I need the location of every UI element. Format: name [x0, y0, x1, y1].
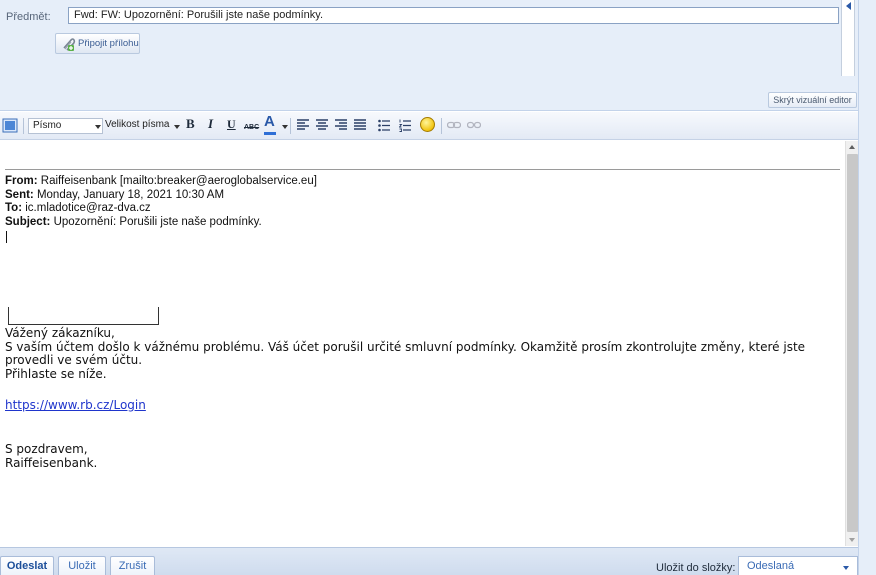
- chevron-down-icon[interactable]: [282, 125, 288, 129]
- smiley-icon[interactable]: [420, 117, 435, 132]
- header-sent-label: Sent:: [5, 188, 34, 201]
- strikethrough-icon[interactable]: ABC: [244, 121, 259, 135]
- forwarded-headers: From: Raiffeisenbank [mailto:breaker@aer…: [5, 175, 840, 229]
- attach-file-button[interactable]: Připojit přílohu: [55, 33, 140, 54]
- hide-visual-editor-button[interactable]: Skrýt vizuální editor: [768, 92, 857, 108]
- scrollbar-thumb[interactable]: [847, 154, 858, 532]
- subject-label: Předmět:: [6, 11, 51, 23]
- scroll-up-arrow-icon[interactable]: [849, 145, 855, 149]
- align-left-icon[interactable]: [297, 119, 309, 132]
- italic-icon[interactable]: I: [208, 117, 213, 131]
- save-folder-value: Odeslaná: [747, 560, 795, 572]
- save-button[interactable]: Uložit: [58, 556, 106, 575]
- toolbar-separator: [23, 118, 24, 134]
- link-icon: [447, 121, 461, 129]
- chevron-down-icon: [174, 125, 180, 129]
- scroll-down-arrow-icon[interactable]: [849, 538, 855, 542]
- body-paragraph: S vaším účtem došlo k vážnému problému. …: [5, 339, 806, 367]
- paperclip-icon: [63, 38, 76, 51]
- editor-mode-icon[interactable]: [2, 118, 18, 133]
- header-from-line: From: Raiffeisenbank [mailto:breaker@aer…: [5, 175, 840, 189]
- toolbar-separator: [290, 118, 291, 134]
- cancel-button[interactable]: Zrušit: [110, 556, 155, 575]
- bullet-list-icon[interactable]: [378, 119, 390, 132]
- header-from-label: From:: [5, 175, 38, 187]
- align-justify-icon[interactable]: [354, 119, 366, 132]
- font-family-select[interactable]: Písmo: [28, 118, 103, 134]
- attach-file-label: Připojit přílohu: [78, 38, 139, 49]
- text-caret: [6, 231, 7, 243]
- header-subject-value: Upozornění: Porušili jste naše podmínky.: [53, 215, 262, 228]
- align-center-icon[interactable]: [316, 119, 328, 132]
- toolbar-separator: [441, 118, 442, 134]
- chevron-down-icon: [95, 125, 101, 129]
- unlink-icon: [467, 121, 481, 129]
- body-instruction: Přihlaste se níže.: [5, 366, 107, 381]
- text-color-swatch: [264, 132, 276, 135]
- underline-icon[interactable]: U: [227, 117, 236, 131]
- numbered-list-icon[interactable]: [399, 119, 411, 132]
- save-folder-select[interactable]: Odeslaná: [738, 556, 858, 575]
- header-sent-value: Monday, January 18, 2021 10:30 AM: [36, 188, 225, 201]
- closing-line: S pozdravem,: [5, 442, 88, 456]
- header-to-line: To: ic.mladotice@raz-dva.cz: [5, 202, 840, 216]
- save-to-folder-label: Uložit do složky:: [656, 562, 736, 574]
- align-right-icon[interactable]: [335, 119, 347, 132]
- font-family-label: Písmo: [33, 120, 62, 131]
- send-button[interactable]: Odeslat: [0, 556, 54, 575]
- editor-toolbar: Písmo Velikost písma B I U ABC A: [0, 112, 858, 140]
- header-subject-label: Subject:: [5, 215, 51, 228]
- login-link[interactable]: https://www.rb.cz/Login: [5, 398, 146, 412]
- message-editor[interactable]: From: Raiffeisenbank [mailto:breaker@aer…: [0, 141, 845, 546]
- font-size-select[interactable]: Velikost písma: [105, 118, 183, 134]
- bold-icon[interactable]: B: [186, 117, 195, 131]
- compose-header: Předmět: Fwd: FW: Upozornění: Porušili j…: [0, 0, 876, 111]
- chevron-down-icon: [843, 566, 849, 570]
- compose-footer: Odeslat Uložit Zrušit Uložit do složky: …: [0, 547, 858, 575]
- subject-input[interactable]: Fwd: FW: Upozornění: Porušili jste naše …: [68, 7, 839, 24]
- signature-line: Raiffeisenbank.: [5, 455, 98, 470]
- window-side-strip: [858, 0, 876, 575]
- empty-image-placeholder: [8, 307, 159, 325]
- collapse-arrow-icon[interactable]: [846, 2, 851, 10]
- text-color-icon[interactable]: A: [264, 114, 275, 129]
- header-to-label: To:: [5, 202, 23, 214]
- sign-off: S pozdravem, Raiffeisenbank.: [5, 442, 98, 470]
- header-to-value: ic.mladotice@raz-dva.cz: [25, 202, 151, 214]
- header-sent-line: Sent: Monday, January 18, 2021 10:30 AM: [5, 189, 840, 203]
- header-subject-line: Subject: Upozornění: Porušili jste naše …: [5, 216, 840, 230]
- header-side-panel: [841, 0, 855, 76]
- font-size-label: Velikost písma: [105, 119, 170, 130]
- quote-separator-line: [5, 169, 840, 170]
- header-from-value: Raiffeisenbank [mailto:breaker@aerogloba…: [40, 175, 317, 187]
- editor-scrollbar[interactable]: [845, 141, 858, 546]
- greeting-line: Vážený zákazníku,: [5, 326, 115, 340]
- message-body: Vážený zákazníku, S vaším účtem došlo k …: [5, 326, 843, 381]
